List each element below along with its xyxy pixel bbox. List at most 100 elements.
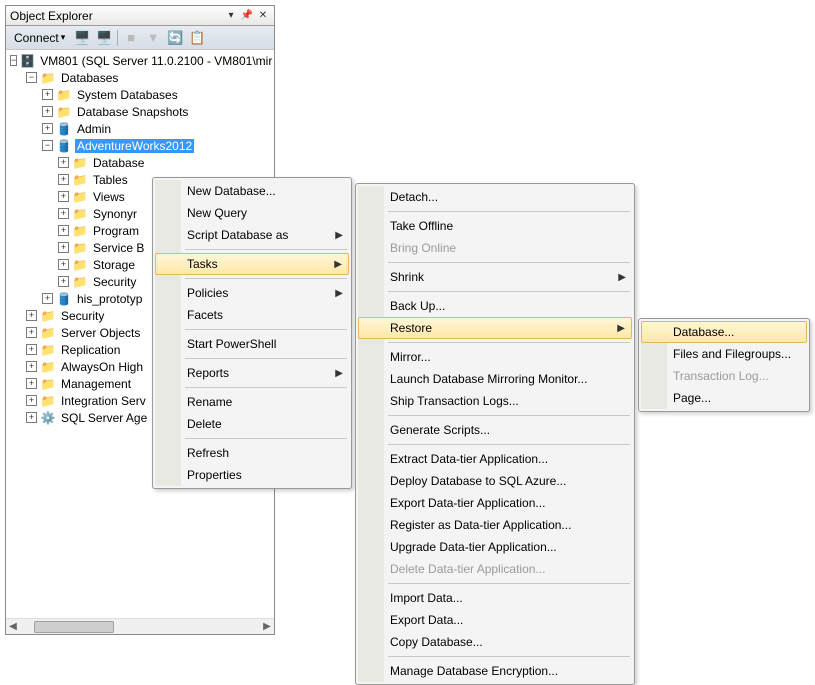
- menu-restore-database[interactable]: Database...: [641, 321, 807, 343]
- menu-script-database[interactable]: Script Database as▶: [155, 224, 349, 246]
- menu-export-dac[interactable]: Export Data-tier Application...: [358, 492, 632, 514]
- menu-policies[interactable]: Policies▶: [155, 282, 349, 304]
- context-menu-main: New Database... New Query Script Databas…: [152, 177, 352, 489]
- collapse-icon[interactable]: 📋: [188, 29, 206, 47]
- folder-icon: 📁: [72, 155, 88, 171]
- mgmt-label: Management: [59, 377, 133, 391]
- connect-button[interactable]: Connect ▾: [10, 30, 69, 46]
- folder-icon: 📁: [56, 87, 72, 103]
- folder-icon: 📁: [40, 342, 56, 358]
- menu-label: Delete Data-tier Application...: [390, 562, 545, 576]
- menu-extract-dac[interactable]: Extract Data-tier Application...: [358, 448, 632, 470]
- menu-label: Launch Database Mirroring Monitor...: [390, 372, 587, 386]
- databases-node[interactable]: −📁Databases: [6, 69, 274, 86]
- so-label: Server Objects: [59, 326, 142, 340]
- menu-separator: [388, 291, 630, 292]
- menu-export-data[interactable]: Export Data...: [358, 609, 632, 631]
- connect-server-icon[interactable]: 🖥️: [73, 29, 91, 47]
- snapshots-label: Database Snapshots: [75, 105, 190, 119]
- menu-new-database[interactable]: New Database...: [155, 180, 349, 202]
- menu-label: Deploy Database to SQL Azure...: [390, 474, 566, 488]
- menu-label: Export Data-tier Application...: [390, 496, 545, 510]
- context-menu-restore: Database... Files and Filegroups... Tran…: [638, 318, 810, 412]
- menu-start-powershell[interactable]: Start PowerShell: [155, 333, 349, 355]
- admin-label: Admin: [75, 122, 113, 136]
- menu-delete-dac: Delete Data-tier Application...: [358, 558, 632, 580]
- prog-label: Program: [91, 224, 141, 238]
- menu-separator: [185, 387, 347, 388]
- tables-label: Tables: [91, 173, 130, 187]
- menu-ship-logs[interactable]: Ship Transaction Logs...: [358, 390, 632, 412]
- panel-toolbar: Connect ▾ 🖥️ 🖥️ ■ ▼ 🔄 📋: [6, 26, 274, 50]
- menu-label: Files and Filegroups...: [673, 347, 791, 361]
- menu-reports[interactable]: Reports▶: [155, 362, 349, 384]
- pin-icon[interactable]: 📌: [240, 9, 254, 23]
- menu-label: Delete: [187, 417, 222, 431]
- disconnect-icon[interactable]: 🖥️: [95, 29, 113, 47]
- rep-label: Replication: [59, 343, 122, 357]
- storage-label: Storage: [91, 258, 137, 272]
- sb-label: Service B: [91, 241, 146, 255]
- close-icon[interactable]: ✕: [256, 9, 270, 23]
- agent-label: SQL Server Age: [59, 411, 149, 425]
- menu-separator: [388, 656, 630, 657]
- menu-register-dac[interactable]: Register as Data-tier Application...: [358, 514, 632, 536]
- scroll-thumb[interactable]: [34, 621, 114, 633]
- adventureworks-node[interactable]: −🛢️AdventureWorks2012: [6, 137, 274, 154]
- sysdb-node[interactable]: +📁System Databases: [6, 86, 274, 103]
- menu-label: Rename: [187, 395, 232, 409]
- menu-tasks[interactable]: Tasks▶: [155, 253, 349, 275]
- menu-generate-scripts[interactable]: Generate Scripts...: [358, 419, 632, 441]
- context-menu-tasks: Detach... Take Offline Bring Online Shri…: [355, 183, 635, 685]
- menu-refresh[interactable]: Refresh: [155, 442, 349, 464]
- menu-import-data[interactable]: Import Data...: [358, 587, 632, 609]
- horizontal-scrollbar[interactable]: ◀ ▶: [6, 618, 274, 634]
- snapshots-node[interactable]: +📁Database Snapshots: [6, 103, 274, 120]
- server-label: VM801 (SQL Server 11.0.2100 - VM801\mir: [38, 54, 274, 68]
- folder-icon: 📁: [40, 393, 56, 409]
- menu-manage-encryption[interactable]: Manage Database Encryption...: [358, 660, 632, 682]
- menu-label: Register as Data-tier Application...: [390, 518, 571, 532]
- menu-properties[interactable]: Properties: [155, 464, 349, 486]
- panel-titlebar[interactable]: Object Explorer ▾ 📌 ✕: [6, 6, 274, 26]
- menu-label: Reports: [187, 366, 229, 380]
- menu-label: Mirror...: [390, 350, 431, 364]
- agent-icon: ⚙️: [40, 410, 56, 426]
- admin-node[interactable]: +🛢️Admin: [6, 120, 274, 137]
- synonyms-label: Synonyr: [91, 207, 139, 221]
- scroll-left-icon[interactable]: ◀: [6, 620, 20, 634]
- server-node[interactable]: −🗄️VM801 (SQL Server 11.0.2100 - VM801\m…: [6, 52, 274, 69]
- menu-rename[interactable]: Rename: [155, 391, 349, 413]
- menu-separator: [185, 329, 347, 330]
- menu-label: Policies: [187, 286, 228, 300]
- scroll-right-icon[interactable]: ▶: [260, 620, 274, 634]
- menu-upgrade-dac[interactable]: Upgrade Data-tier Application...: [358, 536, 632, 558]
- menu-restore[interactable]: Restore▶: [358, 317, 632, 339]
- menu-mirror[interactable]: Mirror...: [358, 346, 632, 368]
- menu-restore-files[interactable]: Files and Filegroups...: [641, 343, 807, 365]
- menu-new-query[interactable]: New Query: [155, 202, 349, 224]
- menu-shrink[interactable]: Shrink▶: [358, 266, 632, 288]
- menu-deploy-azure[interactable]: Deploy Database to SQL Azure...: [358, 470, 632, 492]
- menu-detach[interactable]: Detach...: [358, 186, 632, 208]
- filter-icon[interactable]: ▼: [144, 29, 162, 47]
- title-controls: ▾ 📌 ✕: [224, 9, 270, 23]
- his-label: his_prototyp: [75, 292, 144, 306]
- menu-restore-page[interactable]: Page...: [641, 387, 807, 409]
- folder-icon: 📁: [40, 376, 56, 392]
- menu-facets[interactable]: Facets: [155, 304, 349, 326]
- stop-icon[interactable]: ■: [122, 29, 140, 47]
- views-label: Views: [91, 190, 127, 204]
- refresh-icon[interactable]: 🔄: [166, 29, 184, 47]
- secin-label: Security: [91, 275, 138, 289]
- menu-launch-mirror-monitor[interactable]: Launch Database Mirroring Monitor...: [358, 368, 632, 390]
- dbdiagrams-node[interactable]: +📁Database: [6, 154, 274, 171]
- menu-copy-database[interactable]: Copy Database...: [358, 631, 632, 653]
- menu-backup[interactable]: Back Up...: [358, 295, 632, 317]
- menu-delete[interactable]: Delete: [155, 413, 349, 435]
- ao-label: AlwaysOn High: [59, 360, 145, 374]
- dropdown-icon[interactable]: ▾: [224, 9, 238, 23]
- menu-label: Detach...: [390, 190, 438, 204]
- menu-label: Export Data...: [390, 613, 463, 627]
- menu-take-offline[interactable]: Take Offline: [358, 215, 632, 237]
